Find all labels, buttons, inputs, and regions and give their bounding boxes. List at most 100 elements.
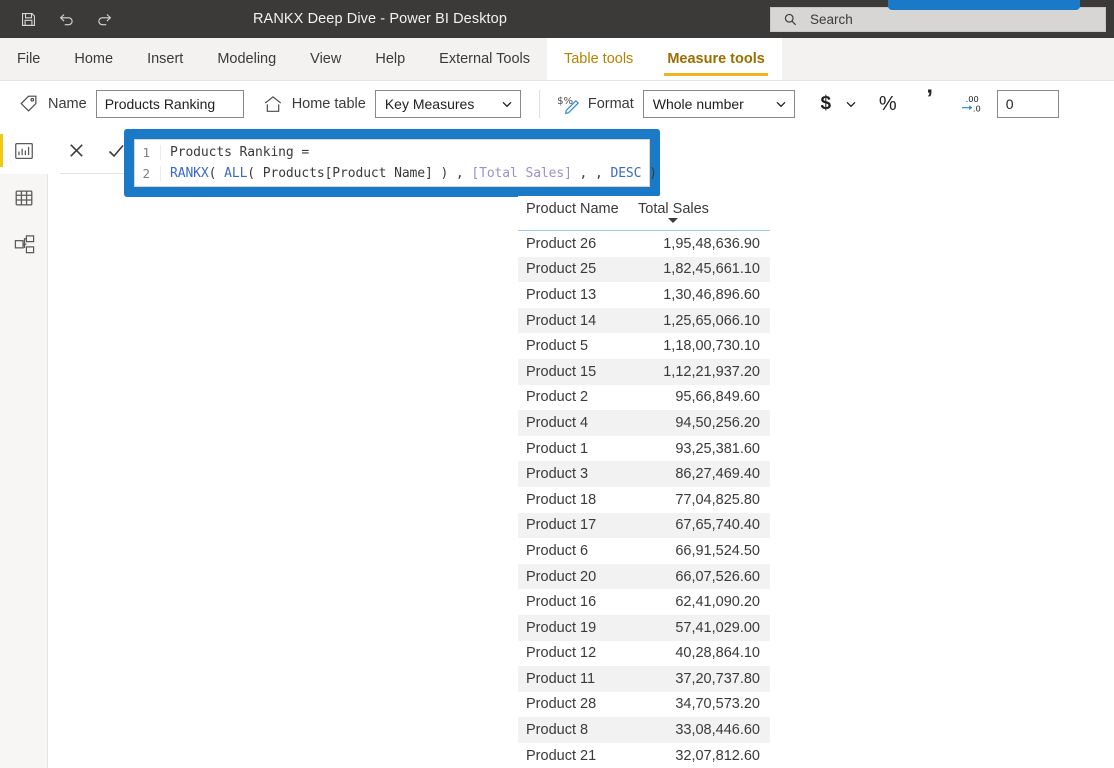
column-header-total-sales[interactable]: Total Sales — [638, 200, 770, 223]
cell-product-name: Product 25 — [526, 261, 597, 278]
cell-product-name: Product 6 — [526, 542, 589, 559]
search-placeholder-text: Search — [810, 12, 853, 27]
table-row[interactable]: Product 12 40,28,864.10 — [518, 641, 770, 667]
table-row[interactable]: Product 11 37,20,737.80 — [518, 666, 770, 692]
table-row[interactable]: Product 19 57,41,029.00 — [518, 614, 770, 641]
cell-product-name: Product 16 — [526, 594, 597, 611]
decimal-places-input[interactable] — [996, 90, 1059, 118]
cell-product-name: Product 12 — [526, 645, 597, 662]
thousands-separator-button[interactable]: ’ — [915, 87, 945, 119]
cell-product-name: Product 2 — [526, 389, 589, 406]
cell-total-sales: 33,08,446.60 — [675, 722, 760, 739]
cell-product-name: Product 8 — [526, 722, 589, 739]
cell-total-sales: 66,07,526.60 — [675, 568, 760, 585]
currency-dropdown-button[interactable] — [841, 89, 861, 119]
home-table-value: Key Measures — [384, 96, 475, 112]
sidebar-item-report-view[interactable] — [0, 127, 48, 174]
tab-external-tools[interactable]: External Tools — [422, 38, 547, 80]
home-table-label: Home table — [291, 96, 366, 112]
cell-product-name: Product 21 — [526, 747, 597, 764]
measure-name-input[interactable] — [95, 90, 244, 118]
formula-text: RANKX( ALL( Products[Product Name] ) , [… — [170, 166, 657, 181]
table-row[interactable]: Product 18 77,04,825.80 — [518, 487, 770, 513]
table-visual[interactable]: Product Name Total Sales Product 26 1,95,… — [518, 196, 770, 768]
home-icon — [258, 93, 288, 115]
table-body: Product 26 1,95,48,636.90 Product 25 1,82,4… — [518, 231, 770, 768]
cell-total-sales: 1,25,65,066.10 — [663, 312, 760, 329]
tab-insert[interactable]: Insert — [130, 38, 200, 80]
percent-format-button[interactable]: % — [873, 89, 903, 119]
table-row[interactable]: Product 16 62,41,090.20 — [518, 589, 770, 615]
table-row[interactable]: Product 1 93,25,381.60 — [518, 436, 770, 462]
dax-formula-editor[interactable]: 1 Products Ranking = 2 RANKX( ALL( Produ… — [134, 139, 657, 187]
column-header-label: Total Sales — [638, 201, 709, 217]
table-row[interactable]: Product 2 95,66,849.60 — [518, 385, 770, 411]
annotation-highlight-formula: 1 Products Ranking = 2 RANKX( ALL( Produ… — [124, 129, 660, 197]
cell-total-sales: 40,28,864.10 — [675, 645, 760, 662]
search-box[interactable]: Search — [770, 7, 1106, 32]
format-value: Whole number — [652, 96, 744, 112]
cell-product-name: Product 20 — [526, 568, 597, 585]
table-row[interactable]: Product 3 86,27,469.40 — [518, 461, 770, 487]
cell-total-sales: 95,66,849.60 — [675, 389, 760, 406]
tab-modeling[interactable]: Modeling — [200, 38, 293, 80]
table-row[interactable]: Product 20 66,07,526.60 — [518, 563, 770, 590]
column-header-product-name[interactable]: Product Name — [518, 200, 638, 219]
table-icon — [15, 189, 33, 206]
table-row[interactable]: Product 26 1,95,48,636.90 — [518, 231, 770, 257]
tab-measure-tools[interactable]: Measure tools — [650, 38, 782, 80]
cell-total-sales: 1,95,48,636.90 — [663, 235, 760, 252]
home-table-select[interactable]: Key Measures — [374, 90, 521, 118]
table-row[interactable]: Product 25 1,82,45,661.10 — [518, 256, 770, 283]
table-row[interactable]: Product 5 1,18,00,730.10 — [518, 333, 770, 359]
sidebar-item-data-view[interactable] — [0, 174, 48, 221]
format-label: Format — [587, 96, 634, 112]
table-row[interactable]: Product 13 1,30,46,896.60 — [518, 282, 770, 308]
cell-product-name: Product 18 — [526, 491, 597, 508]
cancel-formula-button[interactable] — [60, 134, 92, 168]
sidebar-item-model-view[interactable] — [0, 221, 48, 268]
home-table-group: Home table Key Measures — [244, 81, 521, 127]
cell-total-sales: 57,41,029.00 — [675, 619, 760, 636]
table-row[interactable]: Product 8 33,08,446.60 — [518, 717, 770, 743]
cell-total-sales: 67,65,740.40 — [675, 517, 760, 534]
table-row[interactable]: Product 6 66,91,524.50 — [518, 538, 770, 564]
cell-product-name: Product 4 — [526, 414, 589, 431]
tab-table-tools[interactable]: Table tools — [546, 38, 651, 80]
tab-home[interactable]: Home — [57, 38, 130, 80]
chevron-down-icon — [502, 101, 512, 108]
cell-product-name: Product 28 — [526, 696, 597, 713]
table-row[interactable]: Product 14 1,25,65,066.10 — [518, 307, 770, 334]
table-row[interactable]: Product 17 67,65,740.40 — [518, 512, 770, 539]
cell-total-sales: 86,27,469.40 — [675, 466, 760, 483]
formula-text: Products Ranking = — [170, 145, 310, 160]
cell-total-sales: 37,20,737.80 — [675, 670, 760, 687]
dax-plain-token: , , — [571, 166, 611, 181]
cell-product-name: Product 15 — [526, 363, 597, 380]
table-row[interactable]: Product 15 1,12,21,937.20 — [518, 358, 770, 385]
chevron-down-icon — [776, 101, 786, 108]
currency-format-button[interactable]: $ — [811, 89, 841, 119]
dax-function-token: ALL — [224, 166, 248, 181]
tab-view[interactable]: View — [293, 38, 358, 80]
undo-icon[interactable] — [56, 9, 76, 29]
save-icon[interactable] — [18, 9, 38, 29]
format-select[interactable]: Whole number — [642, 90, 795, 118]
table-row[interactable]: Product 4 94,50,256.20 — [518, 410, 770, 436]
tab-help[interactable]: Help — [358, 38, 422, 80]
redo-icon[interactable] — [94, 9, 114, 29]
cell-total-sales: 62,41,090.20 — [675, 594, 760, 611]
name-label: Name — [48, 96, 87, 112]
chevron-down-icon — [846, 101, 856, 108]
table-row[interactable]: Product 21 32,07,812.60 — [518, 743, 770, 768]
ribbon-tab-bar: File Home Insert Modeling View Help Exte… — [0, 38, 1114, 80]
view-switcher-sidebar — [0, 127, 48, 768]
cell-total-sales: 1,30,46,896.60 — [663, 286, 760, 303]
table-row[interactable]: Product 28 34,70,573.20 — [518, 692, 770, 718]
line-number: 1 — [135, 145, 161, 160]
cell-total-sales: 1,12,21,937.20 — [663, 363, 760, 380]
quick-access-toolbar — [0, 9, 114, 29]
formula-bar-actions — [60, 128, 134, 174]
decimal-places-icon[interactable]: .00 .0 — [957, 89, 987, 119]
tab-file[interactable]: File — [0, 38, 57, 80]
